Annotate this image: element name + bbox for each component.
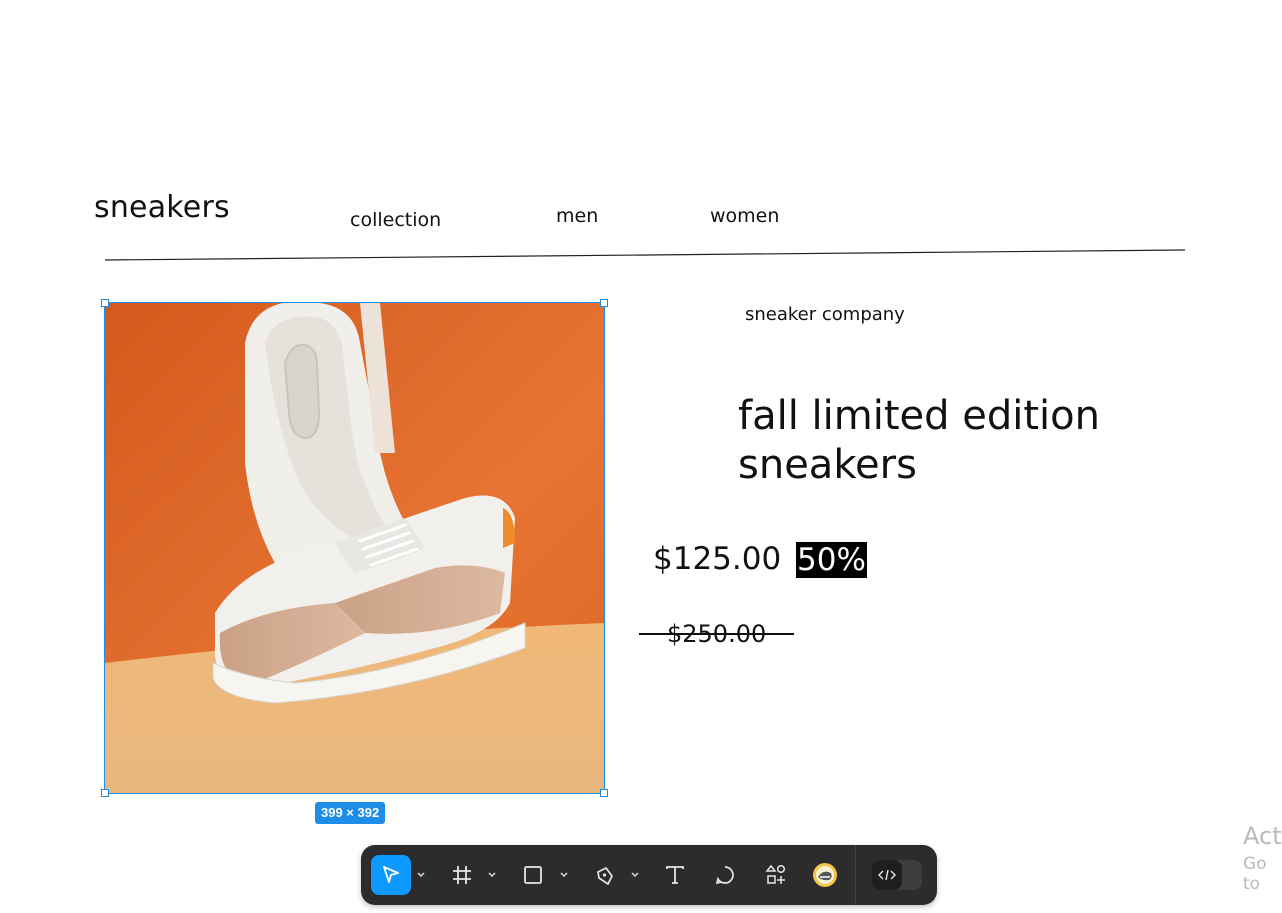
- comment-tool-button[interactable]: [705, 855, 745, 895]
- product-image[interactable]: [105, 303, 604, 793]
- rectangle-icon: [524, 866, 542, 884]
- nav-men[interactable]: men: [556, 205, 598, 227]
- resize-handle-top-left[interactable]: [101, 299, 109, 307]
- resize-handle-bottom-right[interactable]: [600, 789, 608, 797]
- ai-icon: [813, 863, 837, 887]
- actions-tool-button[interactable]: [756, 855, 796, 895]
- dev-mode-icon: [878, 869, 896, 881]
- watermark-line2: Go to: [1243, 854, 1267, 894]
- discount-badge: 50%: [796, 542, 867, 578]
- chevron-down-icon: [631, 872, 639, 878]
- brand-logo[interactable]: sneakers: [94, 190, 230, 225]
- selection-size-badge: 399 × 392: [315, 802, 386, 824]
- sneaker-illustration: [105, 303, 604, 793]
- chevron-down-icon: [560, 872, 568, 878]
- pen-tool-chevron[interactable]: [630, 869, 640, 881]
- text-icon: [666, 866, 684, 884]
- ai-tool-button[interactable]: [805, 855, 845, 895]
- pen-tool-button[interactable]: [585, 855, 625, 895]
- dev-mode-knob: [872, 860, 902, 890]
- resize-handle-top-right[interactable]: [600, 299, 608, 307]
- company-name: sneaker company: [745, 304, 905, 325]
- rectangle-tool-button[interactable]: [513, 855, 553, 895]
- strikethrough-line: [639, 633, 794, 635]
- frame-tool-button[interactable]: [442, 855, 482, 895]
- dev-mode-toggle[interactable]: [872, 860, 922, 890]
- pen-icon: [597, 867, 613, 885]
- nav-women[interactable]: women: [710, 205, 779, 227]
- resize-handle-bottom-left[interactable]: [101, 789, 109, 797]
- text-tool-button[interactable]: [655, 855, 695, 895]
- nav-collection[interactable]: collection: [350, 209, 441, 231]
- move-tool-chevron[interactable]: [416, 869, 426, 881]
- frame-icon: [453, 866, 471, 884]
- current-price: $125.00: [653, 541, 782, 577]
- product-title-line1: fall limited edition: [738, 393, 1100, 439]
- watermark-line1: Acti: [1243, 822, 1282, 850]
- chevron-down-icon: [488, 872, 496, 878]
- chevron-down-icon: [417, 872, 425, 878]
- activation-watermark: Acti Go to: [1243, 822, 1282, 894]
- product-title: fall limited edition sneakers: [738, 392, 1158, 490]
- rectangle-tool-chevron[interactable]: [559, 869, 569, 881]
- product-title-line2: sneakers: [738, 442, 917, 488]
- toolbar-divider: [855, 845, 856, 905]
- actions-icon: [765, 864, 786, 884]
- design-toolbar: [361, 845, 937, 905]
- comment-icon: [715, 866, 734, 885]
- move-icon: [383, 866, 399, 883]
- move-tool-button[interactable]: [371, 855, 411, 895]
- frame-tool-chevron[interactable]: [487, 869, 497, 881]
